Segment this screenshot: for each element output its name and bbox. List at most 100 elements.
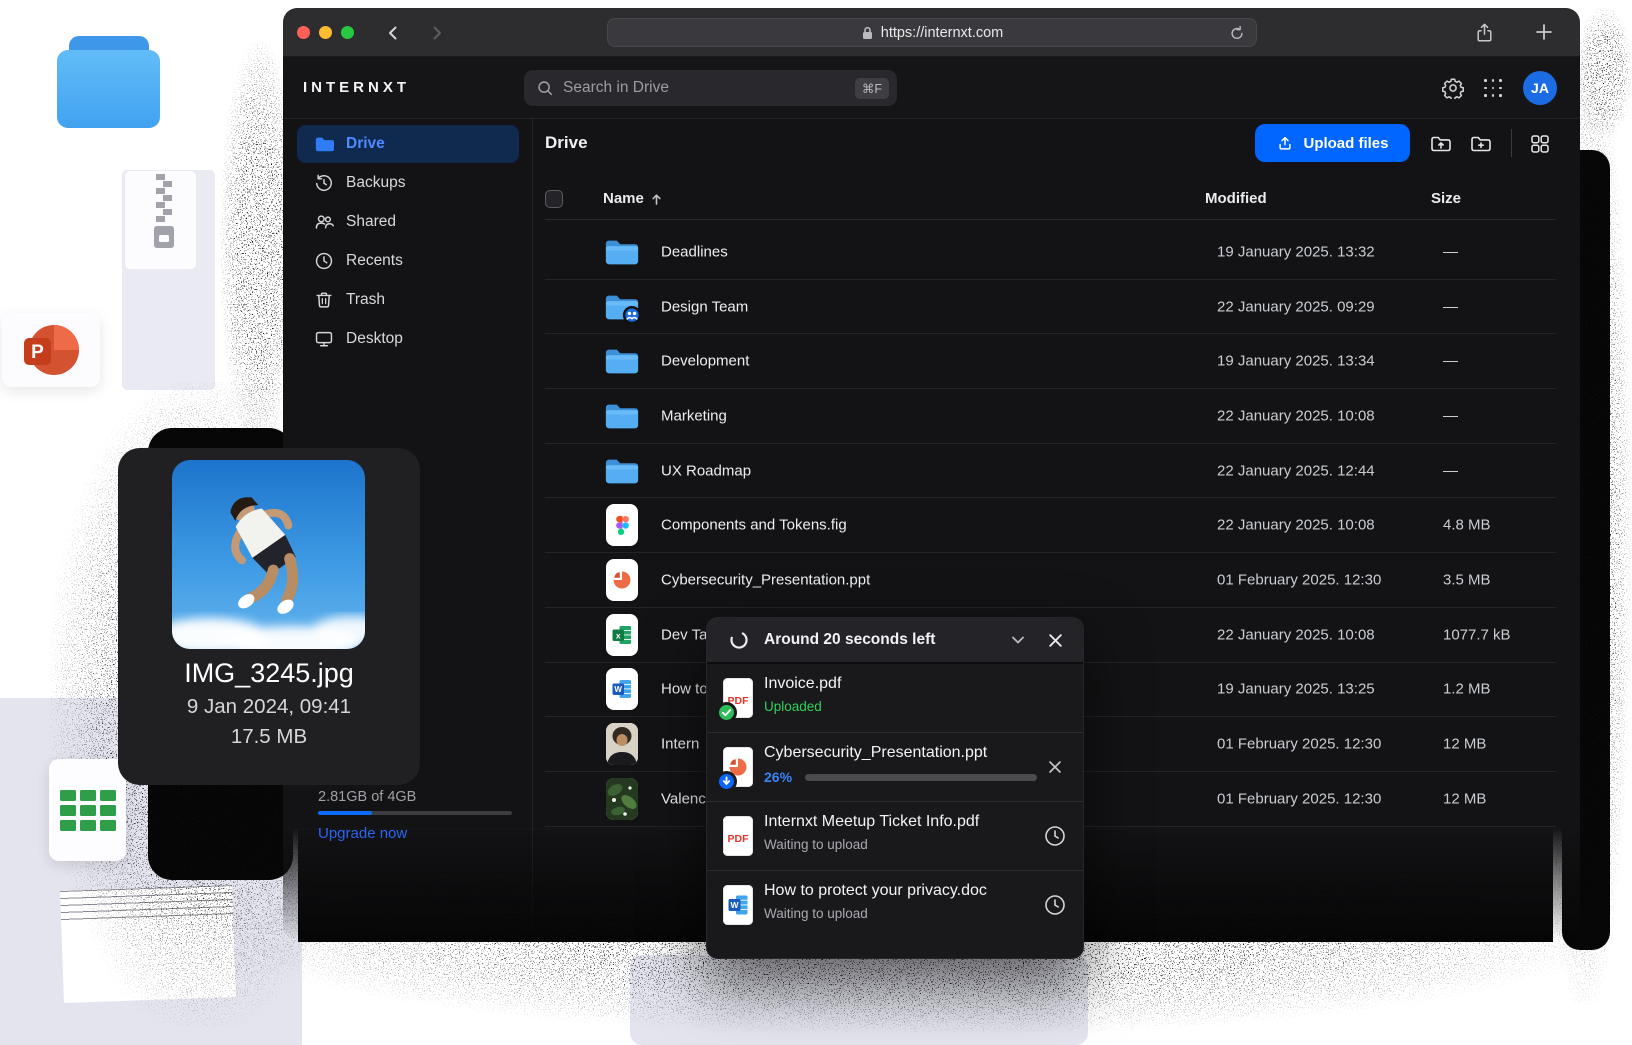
sidebar-item-label: Backups xyxy=(346,174,405,192)
powerpoint-decoration: P xyxy=(2,313,100,387)
upload-item: Cybersecurity_Presentation.ppt 26% xyxy=(707,733,1083,802)
trash-icon xyxy=(313,289,335,311)
sidebar-item-drive[interactable]: Drive xyxy=(297,125,519,163)
spinner-icon xyxy=(727,628,751,652)
column-size[interactable]: Size xyxy=(1431,190,1461,207)
sidebar-item-trash[interactable]: Trash xyxy=(297,281,519,319)
search-icon xyxy=(536,79,554,97)
sidebar-item-desktop[interactable]: Desktop xyxy=(297,320,519,358)
sidebar-item-shared[interactable]: Shared xyxy=(297,203,519,241)
reload-icon[interactable] xyxy=(1229,25,1245,41)
table-header: Name Modified Size xyxy=(533,180,1580,219)
pdf-file-icon: PDF xyxy=(723,816,753,856)
modified-date: 19 January 2025. 13:34 xyxy=(1217,353,1375,370)
avatar[interactable]: JA xyxy=(1523,71,1557,105)
sidebar-item-backups[interactable]: Backups xyxy=(297,164,519,202)
file-name: Intern xyxy=(661,736,699,753)
upload-item-name: Cybersecurity_Presentation.ppt xyxy=(764,744,987,762)
select-all-checkbox[interactable] xyxy=(545,190,563,208)
file-name: How to xyxy=(661,681,708,698)
table-row[interactable]: UX Roadmap 22 January 2025. 12:44 — xyxy=(545,444,1556,499)
modified-date: 19 January 2025. 13:32 xyxy=(1217,243,1375,260)
new-tab-icon[interactable] xyxy=(1533,21,1555,43)
file-size: 4.8 MB xyxy=(1443,517,1491,534)
close-icon[interactable] xyxy=(1043,628,1067,652)
table-row[interactable]: Design Team 22 January 2025. 09:29 — xyxy=(545,280,1556,335)
minimize-window-button[interactable] xyxy=(319,26,332,39)
photo-plant-icon xyxy=(597,778,647,820)
upgrade-link[interactable]: Upgrade now xyxy=(318,825,407,842)
upload-files-button[interactable]: Upload files xyxy=(1255,124,1410,162)
table-row[interactable]: Marketing 22 January 2025. 10:08 — xyxy=(545,389,1556,444)
photo-person-icon xyxy=(597,723,647,765)
upload-progress-popup: Around 20 seconds left PDF Invoice.pdf U… xyxy=(706,617,1084,959)
column-modified[interactable]: Modified xyxy=(1205,190,1267,207)
file-name: Deadlines xyxy=(661,243,728,260)
sort-ascending-icon[interactable] xyxy=(650,193,663,211)
file-size: 3.5 MB xyxy=(1443,571,1491,588)
modified-date: 22 January 2025. 12:44 xyxy=(1217,462,1375,479)
forward-icon[interactable] xyxy=(426,22,448,44)
modified-date: 01 February 2025. 12:30 xyxy=(1217,736,1381,753)
modified-date: 01 February 2025. 12:30 xyxy=(1217,571,1381,588)
back-icon[interactable] xyxy=(382,22,404,44)
people-icon xyxy=(313,211,335,233)
window-controls[interactable] xyxy=(297,26,354,39)
address-bar[interactable]: https://internxt.com xyxy=(607,18,1257,47)
file-size: 1.2 MB xyxy=(1443,681,1491,698)
browser-chrome: https://internxt.com xyxy=(283,8,1580,57)
upload-item-status: Waiting to upload xyxy=(764,906,868,921)
app-header: INTERNXT Search in Drive ⌘F JA xyxy=(283,57,1580,119)
waiting-clock-icon xyxy=(1043,824,1067,848)
folder-icon xyxy=(597,401,647,431)
restore-clock-icon xyxy=(313,172,335,194)
column-name[interactable]: Name xyxy=(603,190,644,207)
file-size: 12 MB xyxy=(1443,790,1486,807)
sidebar-item-recents[interactable]: Recents xyxy=(297,242,519,280)
file-size: — xyxy=(1443,462,1458,479)
file-size: 1077.7 kB xyxy=(1443,626,1511,643)
file-name: Dev Ta xyxy=(661,626,707,643)
upload-item-name: How to protect your privacy.doc xyxy=(764,882,987,900)
page-title: Drive xyxy=(545,133,588,153)
upload-item: W How to protect your privacy.doc Waitin… xyxy=(707,871,1083,940)
table-row[interactable]: Deadlines 19 January 2025. 13:32 — xyxy=(545,225,1556,280)
upload-item-name: Invoice.pdf xyxy=(764,675,841,693)
modified-date: 22 January 2025. 10:08 xyxy=(1217,407,1375,424)
table-row[interactable]: Development 19 January 2025. 13:34 — xyxy=(545,334,1556,389)
upload-icon xyxy=(1276,134,1294,152)
marketing-composite: https://internxt.com INTERNXT Search in … xyxy=(0,0,1632,1045)
new-folder-icon[interactable] xyxy=(1468,131,1494,157)
folder-shared-icon xyxy=(597,292,647,322)
figma-icon xyxy=(597,504,647,546)
table-row[interactable]: Components and Tokens.fig 22 January 202… xyxy=(545,498,1556,553)
close-window-button[interactable] xyxy=(297,26,310,39)
zoom-window-button[interactable] xyxy=(341,26,354,39)
upload-item: PDF Invoice.pdf Uploaded xyxy=(707,664,1083,733)
url-text: https://internxt.com xyxy=(881,25,1004,41)
upload-progress-bar xyxy=(805,774,1037,781)
sidebar-item-label: Desktop xyxy=(346,330,403,348)
svg-text:PDF: PDF xyxy=(728,833,750,845)
table-row[interactable]: Cybersecurity_Presentation.ppt 01 Februa… xyxy=(545,553,1556,608)
search-input[interactable]: Search in Drive ⌘F xyxy=(524,70,897,106)
modified-date: 22 January 2025. 10:08 xyxy=(1217,626,1375,643)
chevron-down-icon[interactable] xyxy=(1006,628,1030,652)
excel-icon: x xyxy=(597,614,647,656)
clock-icon xyxy=(313,250,335,272)
file-size: — xyxy=(1443,407,1458,424)
upload-eta: Around 20 seconds left xyxy=(764,631,993,649)
preview-date: 9 Jan 2024, 09:41 xyxy=(118,695,420,719)
file-name: Marketing xyxy=(661,407,727,424)
toolbar-divider xyxy=(1511,129,1512,157)
lock-icon xyxy=(861,26,874,40)
folder-icon xyxy=(313,133,335,155)
share-icon[interactable] xyxy=(1473,21,1495,43)
apps-grid-icon[interactable] xyxy=(1481,76,1505,100)
file-name: Development xyxy=(661,353,749,370)
settings-gear-icon[interactable] xyxy=(1441,76,1465,100)
cancel-upload-icon[interactable] xyxy=(1043,755,1067,779)
file-name: Design Team xyxy=(661,298,748,315)
grid-view-icon[interactable] xyxy=(1527,131,1553,157)
upload-folder-icon[interactable] xyxy=(1428,131,1454,157)
